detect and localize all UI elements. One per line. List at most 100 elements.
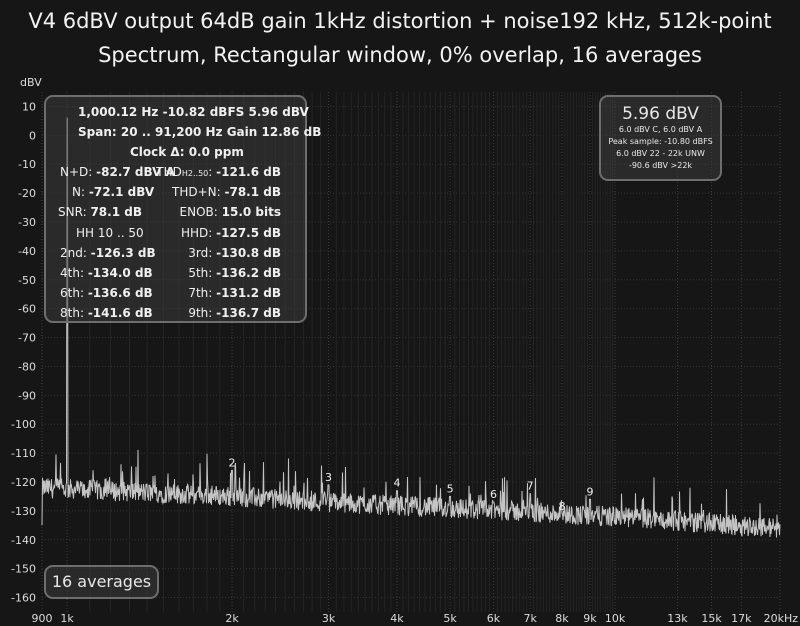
stat-left: HH 10 .. 50	[76, 226, 144, 240]
harmonic-label: 5	[447, 482, 454, 495]
y-tick-label: -80	[18, 360, 36, 373]
x-tick-label: 5k	[443, 612, 457, 625]
stat-right: THDH2..50: -121.6 dB	[156, 165, 281, 179]
y-tick-label: -70	[18, 332, 36, 345]
harmonic-label: 4	[393, 477, 400, 490]
stat-value: -131.2 dB	[216, 286, 281, 301]
x-tick-label: 6k	[487, 612, 501, 625]
x-tick-label: 10k	[605, 612, 626, 625]
stat-label: ENOB:	[179, 205, 218, 220]
harmonic-label: 8	[558, 500, 565, 513]
y-tick-label: -10	[18, 158, 36, 171]
y-axis-label: dBV	[20, 76, 42, 89]
fundamental-readout: 1,000.12 Hz -10.82 dBFS 5.96 dBV	[78, 105, 309, 119]
y-tick-label: -90	[18, 389, 36, 402]
harmonic-label: 9	[586, 485, 593, 498]
y-axis-labels: 10 0 -10 -20 -30 -40 -50 -60 -70 -80 -90 -100 -110 -1…	[11, 100, 36, 604]
harmonic-label: 6	[490, 488, 497, 501]
x-tick-label: 8k	[555, 612, 569, 625]
stat-value: -136.6 dB	[87, 286, 153, 301]
y-tick-label: -40	[18, 245, 36, 258]
x-tick-label: 1k	[60, 612, 74, 625]
averages-badge[interactable]: 16 averages	[44, 565, 159, 599]
stat-value: 15.0 bits	[221, 205, 281, 220]
y-tick-label: -150	[11, 563, 36, 576]
x-axis-labels: 900 1k 2k 3k 4k 5k 6k 7k 8k 9k 10k 13k 15k 17k 20kHz	[32, 612, 799, 625]
stat-right: THD+N: -78.1 dB	[172, 185, 281, 199]
y-tick-label: -120	[11, 476, 36, 489]
stat-value: 78.1 dB	[90, 205, 142, 220]
stat-left: 2nd: -126.3 dB	[60, 246, 156, 260]
y-tick-label: -60	[18, 303, 36, 316]
stat-value: -121.6 dB	[216, 165, 281, 179]
measurement-panel[interactable]: 1,000.12 Hz -10.82 dBFS 5.96 dBV Span: 2…	[44, 95, 321, 323]
y-tick-label: -160	[11, 592, 36, 605]
y-tick-label: 0	[29, 129, 36, 142]
level-detail-4: -90.6 dBV >22k	[628, 161, 693, 170]
stat-label: 7th:	[188, 286, 213, 301]
stat-right: 5th: -136.2 dB	[188, 266, 281, 280]
harmonic-label: 7	[527, 480, 534, 493]
level-value: 5.96 dBV	[622, 104, 699, 124]
stat-label: N+D:	[60, 165, 93, 179]
stat-right: ENOB: 15.0 bits	[180, 205, 281, 219]
stat-value: -78.1 dB	[224, 185, 281, 200]
stat-value: -134.0 dB	[87, 266, 153, 280]
stat-label: SNR:	[58, 205, 87, 220]
stat-left: 4th: -134.0 dB	[60, 266, 153, 280]
stat-left: 6th: -136.6 dB	[60, 286, 153, 300]
level-detail-1: 6.0 dBV C, 6.0 dBV A	[618, 125, 703, 134]
stat-label-sub: H2..50	[181, 169, 209, 178]
stat-value: -130.8 dB	[216, 245, 281, 260]
stat-label: THD	[156, 165, 182, 179]
x-tick-label: 7k	[523, 612, 537, 625]
y-tick-label: -20	[18, 187, 36, 200]
stat-value: -136.2 dB	[216, 266, 281, 280]
stat-right: 3rd: -130.8 dB	[188, 246, 281, 260]
x-tick-label: 3k	[322, 612, 336, 625]
y-tick-label: -100	[11, 418, 36, 431]
x-tick-label: 2k	[225, 612, 239, 625]
stat-label: 5th:	[188, 266, 213, 280]
x-tick-label: 17k	[731, 612, 752, 625]
x-tick-label: 13k	[667, 612, 688, 625]
x-tick-label: 20kHz	[764, 612, 799, 625]
stat-label: HH 10 .. 50	[76, 225, 144, 240]
stat-label: 3rd:	[188, 245, 213, 260]
level-detail-2: Peak sample: -10.80 dBFS	[608, 137, 713, 146]
stat-label: 9th:	[188, 306, 213, 321]
stat-label: 8th:	[60, 306, 84, 321]
level-detail-3: 6.0 dBV 22 - 22k UNW	[616, 149, 705, 158]
stat-label: HHD:	[180, 225, 213, 240]
stat-value: -136.7 dB	[216, 306, 281, 321]
x-tick-label: 900	[32, 612, 53, 625]
y-tick-label: 10	[22, 100, 36, 113]
harmonic-label: 2	[229, 456, 236, 469]
x-tick-label: 15k	[701, 612, 722, 625]
y-tick-label: -30	[18, 216, 36, 229]
y-tick-label: -110	[11, 447, 36, 460]
y-tick-label: -130	[11, 505, 36, 518]
stat-right: 7th: -131.2 dB	[188, 286, 281, 300]
stat-value: -72.1 dBV	[88, 185, 155, 200]
stat-right: 9th: -136.7 dB	[188, 306, 281, 320]
stat-label: 6th:	[60, 286, 84, 301]
stat-left: N: -72.1 dBV	[72, 185, 154, 199]
clock-readout: Clock Δ: 0.0 ppm	[130, 145, 244, 159]
span-readout: Span: 20 .. 91,200 Hz Gain 12.86 dB	[78, 125, 322, 139]
stat-label: THD+N:	[171, 185, 221, 200]
stat-label-colon: :	[208, 165, 213, 179]
stat-label: 2nd:	[60, 245, 87, 260]
x-tick-label: 9k	[583, 612, 597, 625]
stat-label: N:	[72, 185, 86, 200]
x-tick-label: 4k	[390, 612, 404, 625]
y-tick-label: -140	[11, 534, 36, 547]
stat-value: -127.5 dB	[216, 225, 281, 240]
stat-right: HHD: -127.5 dB	[181, 226, 281, 240]
level-readout-panel[interactable]: 5.96 dBV 6.0 dBV C, 6.0 dBV A Peak sampl…	[599, 95, 722, 181]
stat-left: 8th: -141.6 dB	[60, 306, 153, 320]
y-tick-label: -50	[18, 274, 36, 287]
stat-left: SNR: 78.1 dB	[58, 205, 142, 219]
stat-value: -126.3 dB	[90, 245, 156, 260]
stat-label: 4th:	[60, 266, 84, 280]
